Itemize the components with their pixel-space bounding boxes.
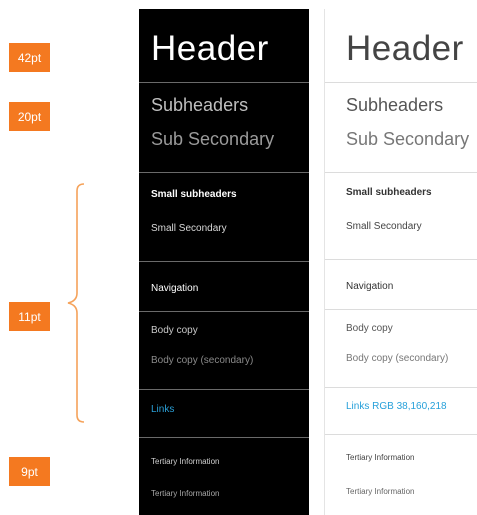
size-badge-42pt: 42pt bbox=[9, 43, 50, 72]
divider bbox=[325, 259, 477, 260]
divider bbox=[139, 389, 309, 390]
link-text[interactable]: Links RGB 38,160,218 bbox=[346, 401, 447, 412]
dark-theme-panel: Header Subheaders Sub Secondary Small su… bbox=[139, 9, 309, 515]
body-copy-secondary-text: Body copy (secondary) bbox=[346, 353, 449, 364]
divider bbox=[139, 261, 309, 262]
tertiary-info-text: Tertiary Information bbox=[151, 489, 220, 498]
divider bbox=[325, 172, 477, 173]
size-badge-20pt: 20pt bbox=[9, 102, 50, 131]
header-text: Header bbox=[151, 29, 269, 68]
body-copy-text: Body copy bbox=[346, 323, 393, 334]
divider bbox=[139, 172, 309, 173]
link-text[interactable]: Links bbox=[151, 404, 174, 415]
subheader-text: Subheaders bbox=[346, 95, 444, 115]
divider bbox=[325, 82, 477, 83]
navigation-text[interactable]: Navigation bbox=[151, 283, 198, 294]
sub-secondary-text: Sub Secondary bbox=[151, 129, 275, 149]
light-theme-panel: Header Subheaders Sub Secondary Small su… bbox=[324, 9, 477, 515]
body-copy-secondary-text: Body copy (secondary) bbox=[151, 355, 254, 366]
tertiary-info-text: Tertiary Information bbox=[346, 453, 415, 462]
navigation-text[interactable]: Navigation bbox=[346, 281, 393, 292]
tertiary-info-text: Tertiary Information bbox=[151, 457, 220, 466]
divider bbox=[139, 437, 309, 438]
divider bbox=[325, 387, 477, 388]
body-copy-text: Body copy bbox=[151, 325, 198, 336]
small-secondary-text: Small Secondary bbox=[346, 221, 422, 232]
size-badge-9pt: 9pt bbox=[9, 457, 50, 486]
divider bbox=[325, 434, 477, 435]
small-secondary-text: Small Secondary bbox=[151, 223, 227, 234]
tertiary-info-text: Tertiary Information bbox=[346, 487, 415, 496]
divider bbox=[325, 309, 477, 310]
small-subheader-text: Small subheaders bbox=[346, 187, 432, 198]
subheader-text: Subheaders bbox=[151, 95, 249, 115]
size-badge-11pt: 11pt bbox=[9, 302, 50, 331]
bracket-11pt bbox=[67, 183, 85, 423]
divider bbox=[139, 82, 309, 83]
header-text: Header bbox=[346, 29, 464, 68]
sub-secondary-text: Sub Secondary bbox=[346, 129, 470, 149]
small-subheader-text: Small subheaders bbox=[151, 189, 237, 200]
divider bbox=[139, 311, 309, 312]
